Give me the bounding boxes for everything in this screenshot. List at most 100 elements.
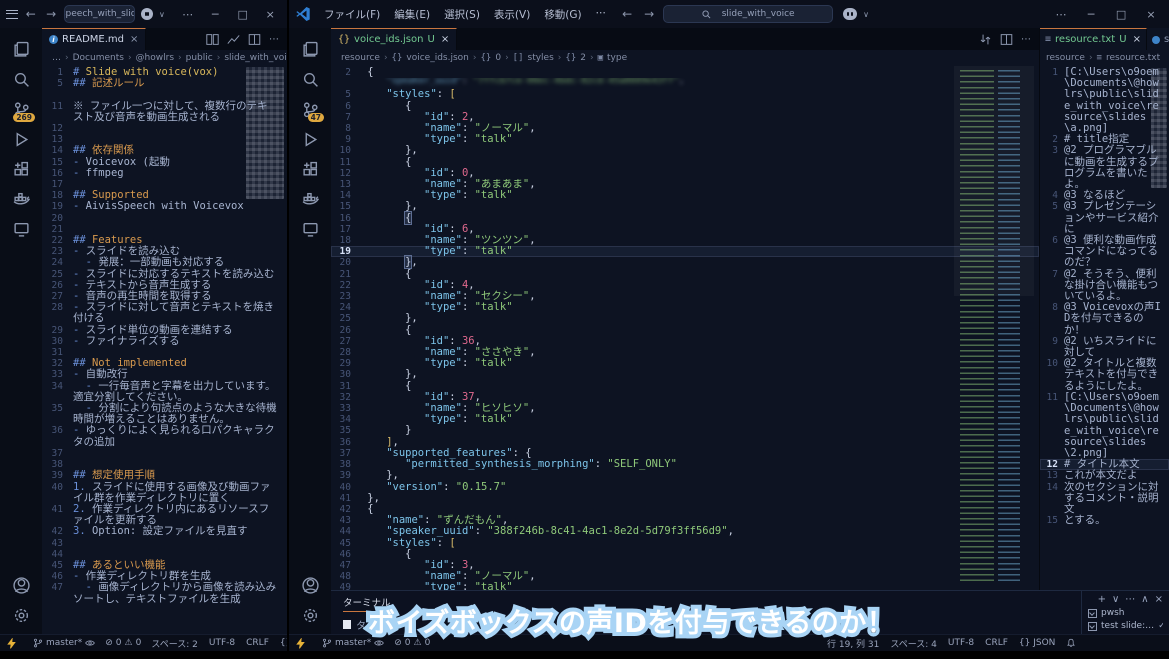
forward-button[interactable]: → <box>641 7 657 21</box>
activity-remote-explorer-icon[interactable] <box>295 214 325 244</box>
editor-readme[interactable]: 1# Slide with voice(vox)5## 記述ルール11※ ファイ… <box>42 66 287 634</box>
chevron-down-icon[interactable]: ∨ <box>159 10 165 19</box>
activity-files-icon[interactable] <box>6 34 36 64</box>
activity-search-icon[interactable] <box>295 64 325 94</box>
open-changes-icon[interactable] <box>206 33 219 46</box>
settings-gear-icon[interactable] <box>6 600 36 630</box>
settings-gear-icon[interactable] <box>295 600 325 630</box>
editor-resource-txt[interactable]: 1[C:\Users\o9oem\Documents\@howlrs\publi… <box>1040 66 1169 590</box>
breadcrumb-item[interactable]: styles <box>528 53 554 63</box>
more-actions-icon[interactable]: ⋯ <box>1021 34 1031 45</box>
menu-item[interactable]: 選択(S) <box>437 5 487 24</box>
tab-close-icon[interactable]: × <box>1133 34 1141 45</box>
code-token: "version" <box>386 481 443 493</box>
copilot-icon[interactable] <box>141 8 154 20</box>
tab-voice-ids-json[interactable]: {} voice_ids.json U × <box>331 28 457 50</box>
account-icon[interactable] <box>6 570 36 600</box>
line-number: 11 <box>42 101 73 123</box>
breadcrumb-item[interactable]: resource <box>341 53 380 63</box>
more-actions-icon[interactable]: ⋯ <box>177 8 199 21</box>
menu-item[interactable]: 移動(G) <box>537 5 588 24</box>
terminal-list-item[interactable]: test slide:…✓ <box>1088 621 1163 631</box>
remote-indicator-icon[interactable] <box>0 638 23 649</box>
new-terminal-icon[interactable]: + <box>1098 594 1106 605</box>
chevron-down-icon[interactable]: ∨ <box>863 10 869 19</box>
tab-close-icon[interactable]: × <box>130 34 138 45</box>
command-center-search[interactable]: slide_with_voice <box>663 5 833 23</box>
activity-source-control-icon[interactable]: 269 <box>6 94 36 124</box>
back-button[interactable]: ← <box>619 7 635 21</box>
breadcrumb-item[interactable]: slide_with_voice <box>224 53 287 63</box>
breadcrumb-item[interactable]: 0 <box>495 53 501 63</box>
maximize-button[interactable]: □ <box>1109 8 1133 21</box>
breadcrumb-item[interactable]: @howlrs <box>136 53 174 63</box>
status-item[interactable]: スペース: 2 <box>151 637 198 650</box>
git-branch-status[interactable]: master* <box>33 638 95 648</box>
activity-docker-icon[interactable] <box>6 184 36 214</box>
bell-icon[interactable] <box>1066 638 1076 648</box>
breadcrumb-item[interactable]: Documents <box>73 53 124 63</box>
activity-files-icon[interactable] <box>295 34 325 64</box>
more-actions-icon[interactable]: ⋯ <box>1125 594 1135 605</box>
menu-item[interactable]: 表示(V) <box>487 5 537 24</box>
code-token: @3 なるほど <box>1064 189 1125 201</box>
status-item[interactable]: CRLF <box>985 638 1008 648</box>
activity-run-debug-icon[interactable] <box>6 124 36 154</box>
account-icon[interactable] <box>295 570 325 600</box>
menu-item[interactable]: ファイル(F) <box>317 5 387 24</box>
split-editor-icon[interactable] <box>248 33 261 46</box>
back-button[interactable]: ← <box>24 7 38 21</box>
tab-settings[interactable]: se <box>1147 28 1169 50</box>
breadcrumb-item[interactable]: resource <box>1046 53 1085 63</box>
activity-docker-icon[interactable] <box>295 184 325 214</box>
close-panel-icon[interactable]: × <box>1155 594 1163 605</box>
breadcrumb-item[interactable]: type <box>607 53 627 63</box>
remote-indicator-icon[interactable] <box>289 638 312 649</box>
menu-item[interactable]: 編集(E) <box>387 5 437 24</box>
problems-status[interactable]: ⊘ 0 ⚠ 0 <box>105 638 141 648</box>
status-item[interactable]: {} JSON <box>1019 638 1056 648</box>
breadcrumb-item[interactable]: public <box>186 53 213 63</box>
status-item[interactable]: UTF-8 <box>948 638 974 648</box>
chevron-down-icon[interactable]: ∨ <box>1112 594 1119 605</box>
activity-source-control-icon[interactable]: 47 <box>295 94 325 124</box>
menu-item[interactable]: ⋯ <box>589 5 614 24</box>
menu-icon[interactable] <box>6 10 18 19</box>
forward-button[interactable]: → <box>44 7 58 21</box>
compare-icon[interactable] <box>979 33 992 46</box>
command-center-search[interactable]: speech_with_slide <box>64 5 134 23</box>
breadcrumb-item[interactable]: … <box>52 53 61 63</box>
tab-resource-txt[interactable]: ≡ resource.txt U × <box>1040 28 1147 50</box>
breadcrumb-item[interactable]: voice_ids.json <box>406 53 468 63</box>
more-actions-icon[interactable]: ⋯ <box>1049 8 1073 21</box>
code-token: : <box>462 133 475 145</box>
more-actions-icon[interactable]: ⋯ <box>269 34 279 45</box>
status-item[interactable]: UTF-8 <box>209 638 235 648</box>
status-item[interactable]: スペース: 4 <box>890 637 937 650</box>
activity-search-icon[interactable] <box>6 64 36 94</box>
minimize-button[interactable]: ─ <box>1079 8 1103 21</box>
status-item[interactable]: CRLF <box>246 638 269 648</box>
line-number: 37 <box>42 448 73 459</box>
activity-extensions-icon[interactable] <box>6 154 36 184</box>
line-number: 36 <box>42 425 73 447</box>
close-button[interactable]: × <box>259 8 281 21</box>
terminal-list-item[interactable]: pwsh <box>1088 608 1163 618</box>
breadcrumb-item[interactable]: resource.txt <box>1106 53 1160 63</box>
activity-extensions-icon[interactable] <box>295 154 325 184</box>
editor-voice-ids-json[interactable]: 2{"speaker_uuid": "7ffcb7ce-00ec-4bdc-82… <box>331 66 1039 590</box>
status-item[interactable]: {} Markdown <box>280 638 287 648</box>
copilot-icon[interactable] <box>843 8 857 20</box>
split-editor-icon[interactable] <box>1000 33 1013 46</box>
breadcrumb-item[interactable]: 2 <box>580 53 586 63</box>
tab-close-icon[interactable]: × <box>441 34 449 45</box>
minimize-button[interactable]: ─ <box>204 8 226 21</box>
line-number: 42 <box>42 526 73 537</box>
close-button[interactable]: × <box>1139 8 1163 21</box>
maximize-button[interactable]: □ <box>232 8 254 21</box>
activity-remote-explorer-icon[interactable] <box>6 214 36 244</box>
tab-readme[interactable]: i README.md × <box>42 28 146 50</box>
chevron-up-icon[interactable]: ∧ <box>1141 594 1148 605</box>
outline-icon[interactable] <box>227 33 240 46</box>
activity-run-debug-icon[interactable] <box>295 124 325 154</box>
